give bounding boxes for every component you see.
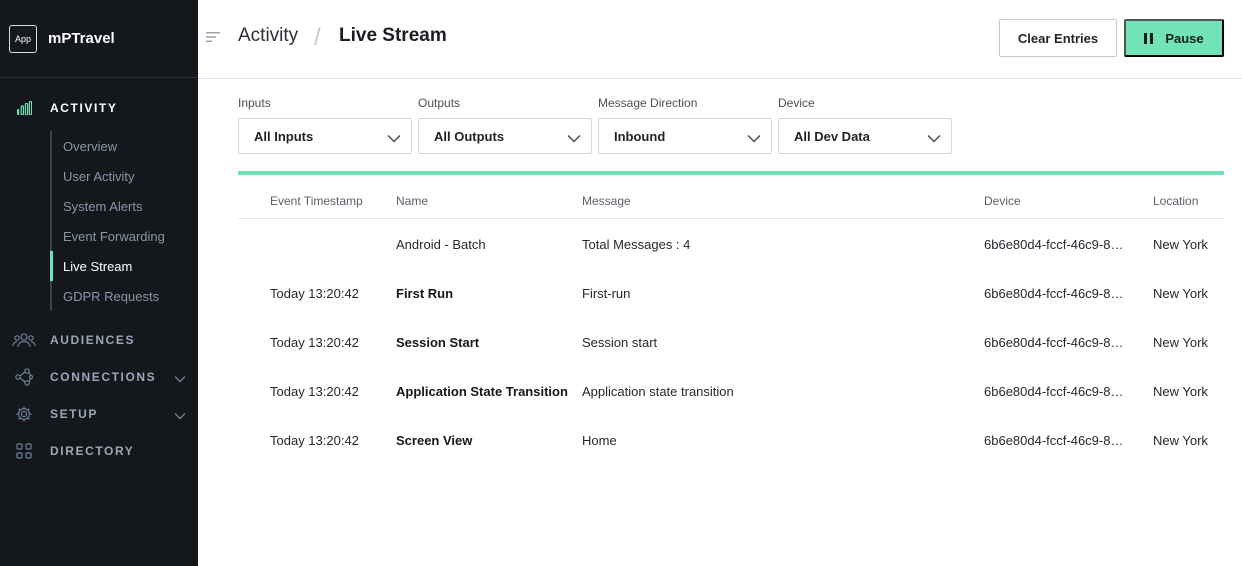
cell-name: First Run	[396, 286, 454, 301]
inputs-filter-label: Inputs	[238, 96, 271, 110]
chevron-down-icon	[567, 131, 581, 146]
message-direction-filter-label: Message Direction	[598, 96, 698, 110]
app-logo: App	[9, 24, 37, 53]
cell-timestamp: Today 13:20:42	[270, 433, 359, 448]
table-row[interactable]: Android - Batch Total Messages : 4 6b6e8…	[238, 219, 1224, 268]
cell-location: New York	[1153, 384, 1208, 399]
cell-timestamp: Today 13:20:42	[270, 384, 359, 399]
activity-subnav: Overview User Activity System Alerts Eve…	[50, 131, 198, 311]
cell-location: New York	[1153, 335, 1208, 350]
live-stream-indicator	[238, 171, 1224, 175]
sidebar-item-gdpr-requests[interactable]: GDPR Requests	[52, 281, 198, 311]
inputs-select[interactable]: All Inputs	[238, 118, 412, 154]
column-header-location[interactable]: Location	[1153, 194, 1198, 208]
page-header: Activity / Live Stream Clear Entries Pau…	[198, 0, 1242, 79]
breadcrumb-activity[interactable]: Activity	[238, 25, 298, 47]
cell-device: 6b6e80d4-fccf-46c9-8…	[984, 433, 1124, 448]
table-row[interactable]: Today 13:20:42 Application State Transit…	[238, 366, 1224, 415]
column-header-message[interactable]: Message	[582, 194, 631, 208]
pause-button-label: Pause	[1165, 30, 1204, 46]
page-title: Live Stream	[339, 25, 447, 46]
table-row[interactable]: Today 13:20:42 First Run First-run 6b6e8…	[238, 268, 1224, 317]
nav-section-label: DIRECTORY	[50, 443, 135, 458]
cell-name: Screen View	[396, 433, 473, 448]
clear-entries-button[interactable]: Clear Entries	[999, 19, 1117, 57]
chevron-down-icon	[747, 131, 761, 146]
nav-section-label: AUDIENCES	[50, 332, 136, 347]
column-header-name[interactable]: Name	[396, 194, 428, 208]
table-row[interactable]: Today 13:20:42 Screen View Home 6b6e80d4…	[238, 415, 1224, 464]
outputs-select[interactable]: All Outputs	[418, 118, 592, 154]
column-header-timestamp[interactable]: Event Timestamp	[270, 194, 363, 208]
cell-device: 6b6e80d4-fccf-46c9-8…	[984, 384, 1124, 399]
cell-message: Home	[582, 433, 617, 448]
sidebar-item-system-alerts[interactable]: System Alerts	[52, 191, 198, 221]
nav-section-activity[interactable]: ACTIVITY	[0, 89, 198, 126]
app-header[interactable]: App mPTravel	[0, 0, 198, 78]
chevron-down-icon[interactable]	[174, 370, 186, 388]
nav-section-label: SETUP	[50, 406, 99, 421]
table-row[interactable]: Today 13:20:42 Session Start Session sta…	[238, 317, 1224, 366]
cell-name: Android - Batch	[396, 237, 486, 252]
chevron-down-icon	[927, 131, 941, 146]
message-direction-select[interactable]: Inbound	[598, 118, 772, 154]
app-name: mPTravel	[48, 30, 115, 47]
cell-timestamp: Today 13:20:42	[270, 286, 359, 301]
cell-location: New York	[1153, 237, 1208, 252]
nav-section-directory[interactable]: DIRECTORY	[0, 432, 198, 469]
cell-message: Total Messages : 4	[582, 237, 691, 252]
menu-icon[interactable]	[206, 30, 220, 48]
nav-section-setup[interactable]: SETUP	[0, 395, 198, 432]
outputs-select-value: All Outputs	[434, 128, 505, 144]
cell-location: New York	[1153, 286, 1208, 301]
breadcrumb-separator: /	[314, 24, 321, 51]
nav-section-label: CONNECTIONS	[50, 369, 157, 384]
device-filter-label: Device	[778, 96, 815, 110]
inputs-select-value: All Inputs	[254, 128, 314, 144]
cell-message: Application state transition	[582, 384, 734, 399]
cell-name: Session Start	[396, 335, 480, 350]
grid-icon	[12, 441, 36, 461]
gear-icon	[12, 404, 36, 424]
device-select[interactable]: All Dev Data	[778, 118, 952, 154]
sidebar-item-live-stream[interactable]: Live Stream	[50, 251, 198, 281]
message-direction-select-value: Inbound	[614, 128, 666, 144]
people-icon	[12, 330, 36, 350]
device-select-value: All Dev Data	[794, 128, 870, 144]
cell-message: First-run	[582, 286, 631, 301]
cell-device: 6b6e80d4-fccf-46c9-8…	[984, 335, 1124, 350]
cell-timestamp: Today 13:20:42	[270, 335, 359, 350]
sidebar: App mPTravel ACTIVITY Overview User Acti…	[0, 0, 198, 566]
outputs-filter-label: Outputs	[418, 96, 461, 110]
chevron-down-icon	[387, 131, 401, 146]
cell-message: Session start	[582, 335, 658, 350]
connections-icon	[12, 367, 36, 387]
pause-button[interactable]: Pause	[1124, 19, 1224, 57]
column-header-device[interactable]: Device	[984, 194, 1021, 208]
bar-chart-icon	[12, 98, 36, 118]
nav-section-label: ACTIVITY	[50, 100, 118, 115]
nav-section-connections[interactable]: CONNECTIONS	[0, 358, 198, 395]
nav-section-audiences[interactable]: AUDIENCES	[0, 321, 198, 358]
cell-name: Application State Transition	[396, 384, 568, 399]
cell-device: 6b6e80d4-fccf-46c9-8…	[984, 237, 1124, 252]
sidebar-item-event-forwarding[interactable]: Event Forwarding	[52, 221, 198, 251]
sidebar-item-overview[interactable]: Overview	[52, 131, 198, 161]
cell-location: New York	[1153, 433, 1208, 448]
chevron-down-icon[interactable]	[174, 407, 186, 425]
cell-device: 6b6e80d4-fccf-46c9-8…	[984, 286, 1124, 301]
sidebar-item-user-activity[interactable]: User Activity	[52, 161, 198, 191]
pause-icon	[1144, 32, 1154, 44]
